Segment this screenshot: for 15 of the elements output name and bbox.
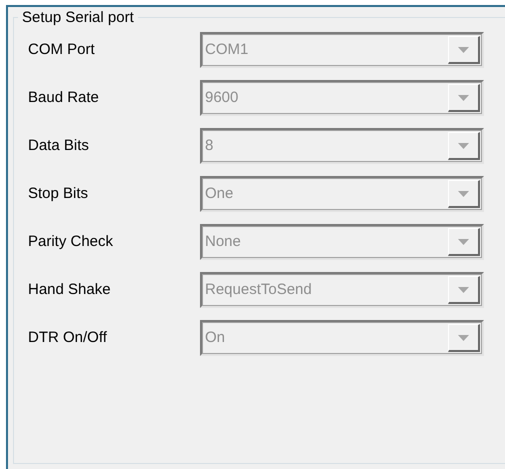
- field-label: Baud Rate: [28, 88, 100, 108]
- dropdown-arrow-icon: [458, 334, 469, 340]
- dropdown-arrow-icon: [458, 238, 469, 244]
- field-label: Parity Check: [28, 232, 114, 252]
- dropdown-arrow-icon: [458, 94, 469, 100]
- dropdown-arrow-icon: [458, 190, 469, 196]
- field-label: COM Port: [28, 40, 96, 60]
- dropdown-arrow-icon: [458, 46, 469, 52]
- field-label: Stop Bits: [28, 184, 90, 204]
- dropdown-arrow-icon: [458, 142, 469, 148]
- field-label: DTR On/Off: [28, 328, 108, 348]
- field-label: Data Bits: [28, 136, 90, 156]
- dropdown-arrow-icon: [458, 286, 469, 292]
- field-label: Hand Shake: [28, 280, 112, 300]
- group-title: Setup Serial port: [18, 10, 138, 26]
